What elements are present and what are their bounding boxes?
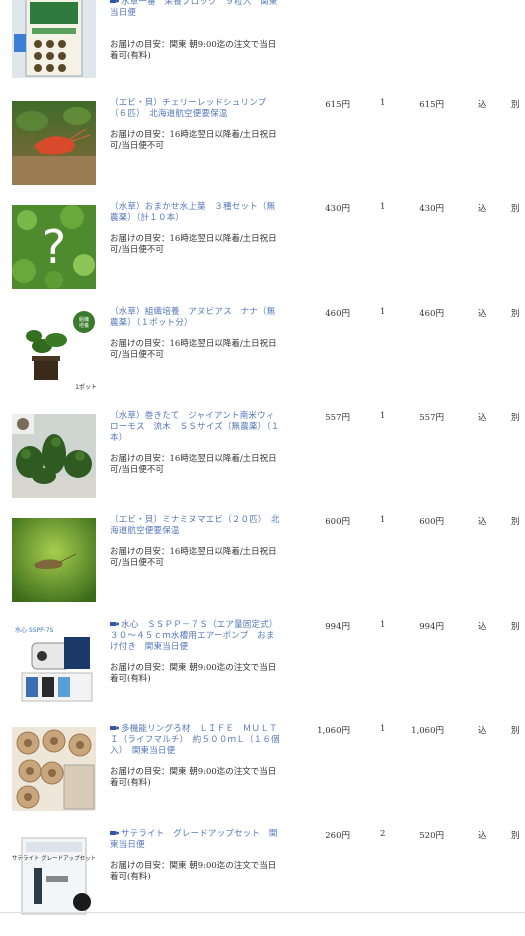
product-title-text: （水草）組織培養 アヌビアス ナナ（無農薬）（１ポット分） <box>110 307 276 328</box>
product-thumbnail[interactable] <box>12 101 96 185</box>
delivery-estimate: お届けの目安：16時迄翌日以降着/土日祝日可/当日便不可 <box>110 454 277 475</box>
tax-included-label: 込 <box>478 726 487 736</box>
subtotal: 460円 <box>419 309 444 319</box>
shipping-label: 別 <box>511 309 520 319</box>
unit-price: 994円 <box>325 622 350 632</box>
cart-item-row: （水草）巻きたて ジャイアント南米ウィローモス 流木 ＳＳサイズ（無農薬）（１本… <box>0 411 525 518</box>
product-title-link[interactable]: （水草）組織培養 アヌビアス ナナ（無農薬）（１ポット分） <box>110 307 282 329</box>
subtotal: 615円 <box>419 100 444 110</box>
product-thumbnail[interactable]: 組織 培養 1ポット <box>12 310 96 394</box>
product-title-text: （水草）巻きたて ジャイアント南米ウィローモス 流木 ＳＳサイズ（無農薬）（１本… <box>110 411 280 443</box>
unit-price: 1,060円 <box>317 726 350 736</box>
divider <box>0 912 525 913</box>
svg-text:?: ? <box>42 220 66 274</box>
unit-price: 557円 <box>325 413 350 423</box>
subtotal: 430円 <box>419 204 444 214</box>
tax-included-label: 込 <box>478 413 487 423</box>
product-title-link[interactable]: （水草）おまかせ水上葉 ３種セット（無農薬）（計１０本） <box>110 202 282 224</box>
unit-price: 460円 <box>325 309 350 319</box>
cart-item-row: （エビ・貝）チェリーレッドシュリンプ（６匹） 北海道航空便要保温 お届けの目安：1… <box>0 98 525 205</box>
product-thumbnail[interactable]: サテライト グレードアップセット <box>12 832 96 916</box>
svg-text:培養: 培養 <box>79 322 89 329</box>
product-thumbnail[interactable] <box>12 414 96 498</box>
tax-included-label: 込 <box>478 831 487 841</box>
product-title-link[interactable]: サテライト グレードアップセット 関東当日便 <box>110 829 282 851</box>
shipping-label: 別 <box>511 726 520 736</box>
quantity: 1 <box>380 515 386 525</box>
subtotal: 994円 <box>419 622 444 632</box>
unit-price: 260円 <box>325 831 350 841</box>
tax-included-label: 込 <box>478 517 487 527</box>
product-title-link[interactable]: 水草一番 栄養ブロック ９粒入 関東当日便 <box>110 0 282 19</box>
shipping-label: 別 <box>511 204 520 214</box>
product-title-link[interactable]: （エビ・貝）ミナミヌマエビ（２０匹） 北海道航空便要保温 <box>110 515 282 537</box>
product-title-text: （エビ・貝）ミナミヌマエビ（２０匹） 北海道航空便要保温 <box>110 515 280 536</box>
product-thumbnail[interactable]: 水心 SSPP-7S <box>12 623 96 707</box>
quantity: 1 <box>380 307 386 317</box>
unit-price: 430円 <box>325 204 350 214</box>
shipping-label: 別 <box>511 517 520 527</box>
quantity: 2 <box>380 829 386 839</box>
cart-item-row: サテライト グレードアップセット サテライト グレードアップセット 関東当日便 お届… <box>0 829 525 936</box>
product-title-text: 多機能リングろ材 ＬＩＦＥ ＭＵＬＴＩ（ライフマルチ） 約５００ｍＬ（１６個入）… <box>110 724 280 756</box>
quantity: 1 <box>380 411 386 421</box>
product-title-text: サテライト グレードアップセット 関東当日便 <box>110 829 278 850</box>
shipping-label: 別 <box>511 413 520 423</box>
quantity: 1 <box>380 724 386 734</box>
svg-text:水心 SSPP-7S: 水心 SSPP-7S <box>15 626 54 634</box>
svg-text:組織: 組織 <box>79 316 89 323</box>
subtotal: 557円 <box>419 413 444 423</box>
shipping-label: 別 <box>511 622 520 632</box>
shop-icon <box>110 621 119 627</box>
shop-icon <box>110 0 119 4</box>
shipping-label: 別 <box>511 831 520 841</box>
tax-included-label: 込 <box>478 622 487 632</box>
shop-icon <box>110 830 119 836</box>
product-title-text: （エビ・貝）チェリーレッドシュリンプ（６匹） 北海道航空便要保温 <box>110 98 267 119</box>
subtotal: 520円 <box>419 831 444 841</box>
svg-text:1ポット: 1ポット <box>75 383 96 391</box>
quantity: 1 <box>380 202 386 212</box>
delivery-estimate: お届けの目安：16時迄翌日以降着/土日祝日可/当日便不可 <box>110 130 277 151</box>
product-title-link[interactable]: 水心 ＳＳＰＰ－７Ｓ（エア量固定式） ３０～４５ｃｍ水槽用エアーポンプ おまけ付… <box>110 620 282 653</box>
cart-item-row: 多機能リングろ材 ＬＩＦＥ ＭＵＬＴＩ（ライフマルチ） 約５００ｍＬ（１６個入）… <box>0 724 525 831</box>
product-thumbnail[interactable] <box>12 727 96 811</box>
shop-icon <box>110 725 119 731</box>
quantity: 1 <box>380 620 386 630</box>
tax-included-label: 込 <box>478 100 487 110</box>
tax-included-label: 込 <box>478 204 487 214</box>
product-title-text: （水草）おまかせ水上葉 ３種セット（無農薬）（計１０本） <box>110 202 276 223</box>
delivery-estimate: お届けの目安：16時迄翌日以降着/土日祝日可/当日便不可 <box>110 547 277 568</box>
delivery-estimate: お届けの目安：関東 朝9:00迄の注文で当日着可(有料) <box>110 40 277 61</box>
product-thumbnail[interactable] <box>12 0 96 78</box>
cart-item-row: 組織 培養 1ポット （水草）組織培養 アヌビアス ナナ（無農薬）（１ポット分） お届け… <box>0 307 525 414</box>
product-title-text: 水草一番 栄養ブロック ９粒入 関東当日便 <box>110 0 278 18</box>
product-thumbnail[interactable] <box>12 518 96 602</box>
delivery-estimate: お届けの目安：関東 朝9:00迄の注文で当日着可(有料) <box>110 767 277 788</box>
product-title-link[interactable]: （エビ・貝）チェリーレッドシュリンプ（６匹） 北海道航空便要保温 <box>110 98 282 120</box>
cart-item-row: 水心 SSPP-7S 水心 ＳＳＰＰ－７Ｓ（エア量固定式） ３０～４５ｃｍ水槽用エ… <box>0 620 525 727</box>
cart-item-row: ? （水草）おまかせ水上葉 ３種セット（無農薬）（計１０本） お届けの目安：16時迄… <box>0 202 525 309</box>
product-thumbnail[interactable]: ? <box>12 205 96 289</box>
svg-text:サテライト グレードアップセット: サテライト グレードアップセット <box>12 854 96 862</box>
product-title-link[interactable]: （水草）巻きたて ジャイアント南米ウィローモス 流木 ＳＳサイズ（無農薬）（１本… <box>110 411 282 444</box>
shipping-label: 別 <box>511 100 520 110</box>
unit-price: 615円 <box>325 100 350 110</box>
product-title-text: 水心 ＳＳＰＰ－７Ｓ（エア量固定式） ３０～４５ｃｍ水槽用エアーポンプ おまけ付… <box>110 620 283 652</box>
cart-item-row: （エビ・貝）ミナミヌマエビ（２０匹） 北海道航空便要保温 お届けの目安：16時迄翌… <box>0 515 525 622</box>
subtotal: 1,060円 <box>411 726 444 736</box>
tax-included-label: 込 <box>478 309 487 319</box>
delivery-estimate: お届けの目安：関東 朝9:00迄の注文で当日着可(有料) <box>110 861 277 882</box>
delivery-estimate: お届けの目安：関東 朝9:00迄の注文で当日着可(有料) <box>110 663 277 684</box>
delivery-estimate: お届けの目安：16時迄翌日以降着/土日祝日可/当日便不可 <box>110 234 277 255</box>
product-title-link[interactable]: 多機能リングろ材 ＬＩＦＥ ＭＵＬＴＩ（ライフマルチ） 約５００ｍＬ（１６個入）… <box>110 724 282 757</box>
unit-price: 600円 <box>325 517 350 527</box>
subtotal: 600円 <box>419 517 444 527</box>
quantity: 1 <box>380 98 386 108</box>
cart-item-row: 水草一番 栄養ブロック ９粒入 関東当日便 お届けの目安：関東 朝9:00迄の注文… <box>0 0 525 104</box>
delivery-estimate: お届けの目安：16時迄翌日以降着/土日祝日可/当日便不可 <box>110 339 277 360</box>
